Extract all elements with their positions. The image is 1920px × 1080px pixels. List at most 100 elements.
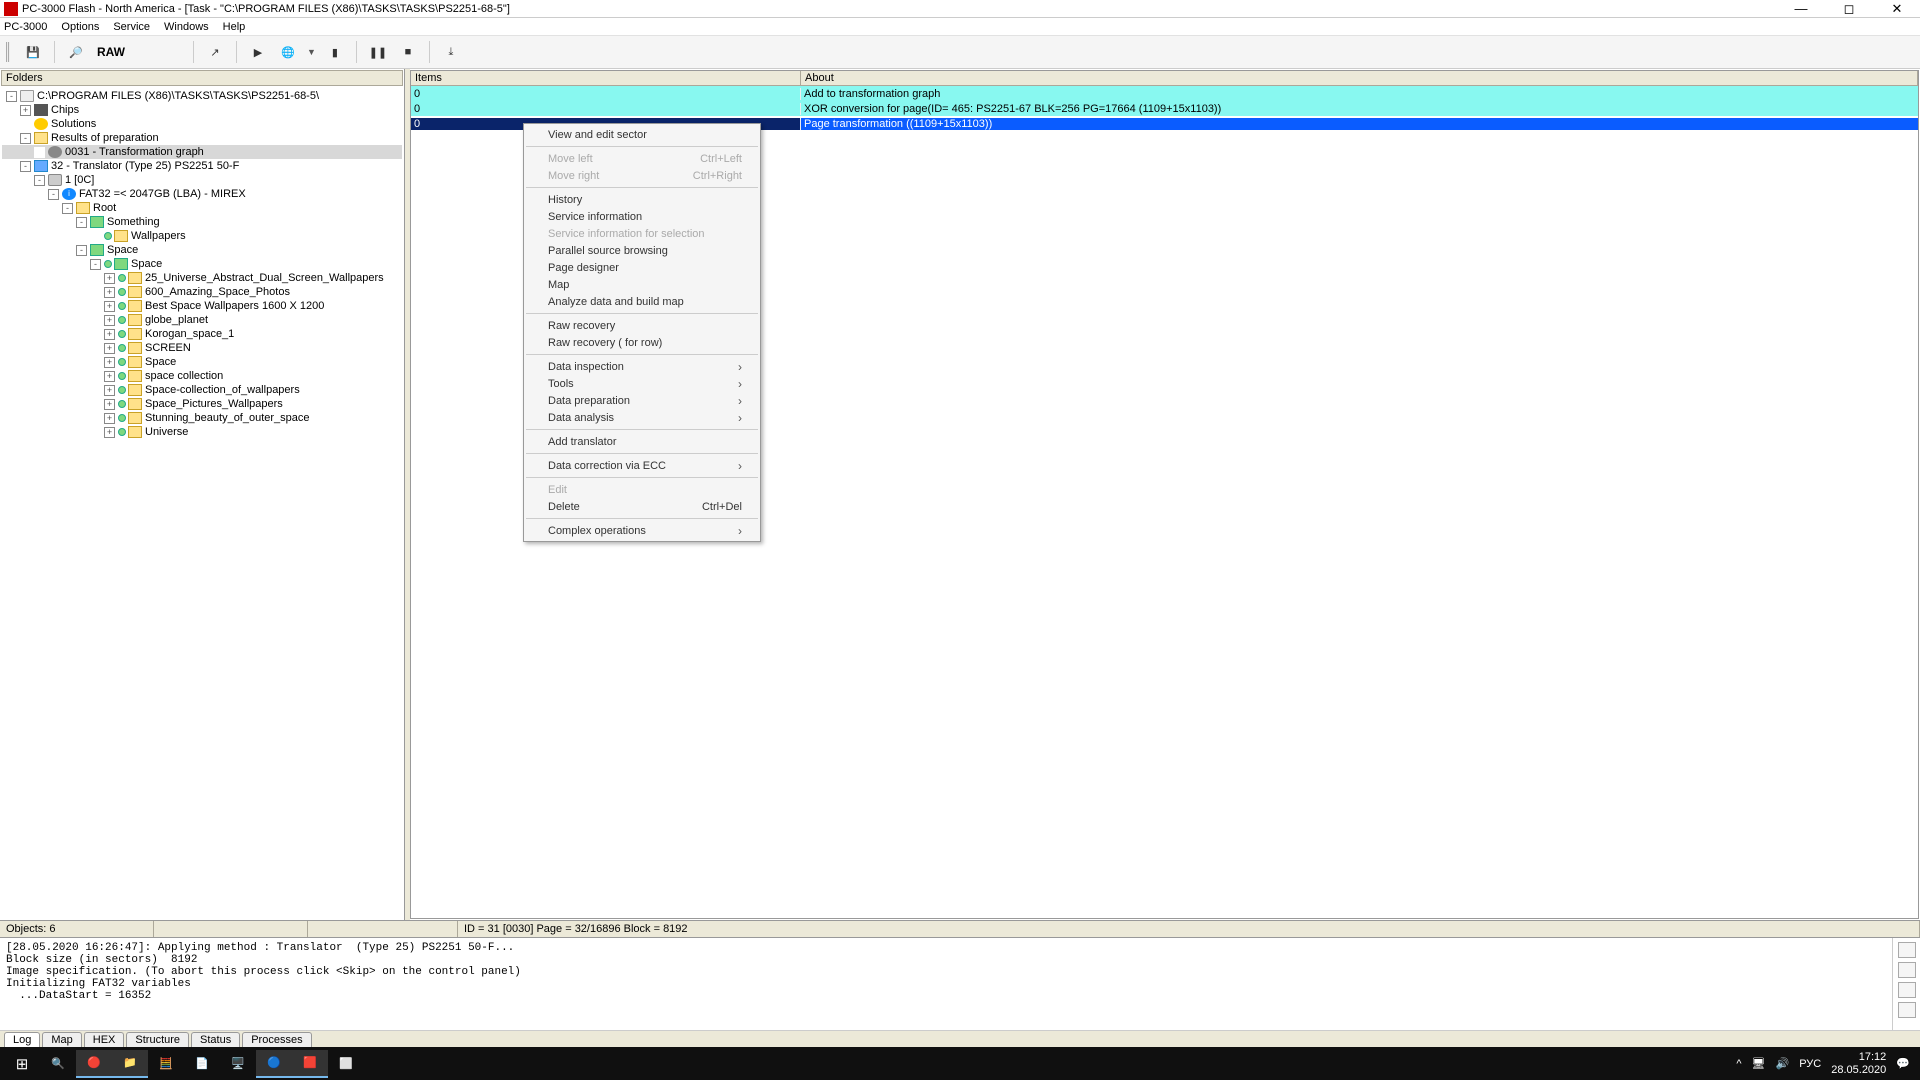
- tree-row[interactable]: +Chips: [2, 103, 402, 117]
- tree-row[interactable]: -iFAT32 =< 2047GB (LBA) - MIREX: [2, 187, 402, 201]
- collapse-icon[interactable]: -: [20, 161, 31, 172]
- menu-item[interactable]: Add translator: [524, 433, 760, 450]
- menu-windows[interactable]: Windows: [164, 21, 209, 33]
- menu-item[interactable]: Analyze data and build map: [524, 293, 760, 310]
- expand-icon[interactable]: +: [104, 371, 115, 382]
- log-btn-1[interactable]: [1898, 942, 1916, 958]
- taskbar-app-notepad[interactable]: 📄: [184, 1050, 220, 1078]
- menu-service[interactable]: Service: [113, 21, 150, 33]
- tree-row[interactable]: +globe_planet: [2, 313, 402, 327]
- tray-volume-icon[interactable]: 🔊: [1776, 1057, 1790, 1070]
- tray-monitor-icon[interactable]: 🖥: [1752, 1057, 1766, 1070]
- taskbar-app-pc3000[interactable]: 🟥: [292, 1050, 328, 1078]
- tree-row[interactable]: +Universe: [2, 425, 402, 439]
- expand-icon[interactable]: +: [104, 287, 115, 298]
- tree-row[interactable]: Solutions: [2, 117, 402, 131]
- tray-clock[interactable]: 17:12 28.05.2020: [1831, 1051, 1886, 1075]
- tray-chevron-icon[interactable]: ^: [1736, 1058, 1741, 1070]
- menu-item[interactable]: Data inspection: [524, 358, 760, 375]
- expand-icon[interactable]: +: [104, 357, 115, 368]
- taskbar-app-teamviewer[interactable]: 🔵: [256, 1050, 292, 1078]
- tab-map[interactable]: Map: [42, 1032, 81, 1047]
- tree-row[interactable]: -1 [0C]: [2, 173, 402, 187]
- log-btn-3[interactable]: [1898, 982, 1916, 998]
- tab-structure[interactable]: Structure: [126, 1032, 189, 1047]
- collapse-icon[interactable]: -: [62, 203, 73, 214]
- menu-item[interactable]: Data preparation: [524, 392, 760, 409]
- stop-icon[interactable]: ■: [397, 41, 419, 63]
- tree-row[interactable]: -32 - Translator (Type 25) PS2251 50-F: [2, 159, 402, 173]
- collapse-icon[interactable]: -: [90, 259, 101, 270]
- taskbar-app-calc[interactable]: 🧮: [148, 1050, 184, 1078]
- search-icon[interactable]: 🔍: [40, 1050, 76, 1078]
- menu-item[interactable]: View and edit sector: [524, 126, 760, 143]
- menu-item[interactable]: Complex operations: [524, 522, 760, 539]
- menu-pc-3000[interactable]: PC-3000: [4, 21, 47, 33]
- expand-icon[interactable]: +: [104, 399, 115, 410]
- tree-row[interactable]: -Root: [2, 201, 402, 215]
- pause-icon[interactable]: ❚❚: [367, 41, 389, 63]
- tray-lang[interactable]: РУС: [1799, 1058, 1821, 1070]
- tree-row[interactable]: 0031 - Transformation graph: [2, 145, 402, 159]
- collapse-icon[interactable]: -: [48, 189, 59, 200]
- tree-row[interactable]: -Space: [2, 243, 402, 257]
- menu-item[interactable]: History: [524, 191, 760, 208]
- tree-row[interactable]: -Something: [2, 215, 402, 229]
- collapse-icon[interactable]: -: [76, 245, 87, 256]
- expand-icon[interactable]: +: [104, 301, 115, 312]
- skip-icon[interactable]: ⤓: [440, 41, 462, 63]
- collapse-icon[interactable]: -: [76, 217, 87, 228]
- log-btn-2[interactable]: [1898, 962, 1916, 978]
- expand-icon[interactable]: +: [20, 105, 31, 116]
- tree-row[interactable]: +Best Space Wallpapers 1600 X 1200: [2, 299, 402, 313]
- save-icon[interactable]: 💾: [22, 41, 44, 63]
- menu-help[interactable]: Help: [223, 21, 246, 33]
- log-btn-4[interactable]: [1898, 1002, 1916, 1018]
- expand-icon[interactable]: +: [104, 273, 115, 284]
- tree-row[interactable]: -Space: [2, 257, 402, 271]
- tree-row[interactable]: +Space_Pictures_Wallpapers: [2, 397, 402, 411]
- tree-row[interactable]: +Space: [2, 355, 402, 369]
- collapse-icon[interactable]: -: [34, 175, 45, 186]
- tree-row[interactable]: +Korogan_space_1: [2, 327, 402, 341]
- menu-item[interactable]: Data correction via ECC: [524, 457, 760, 474]
- tree-row[interactable]: +600_Amazing_Space_Photos: [2, 285, 402, 299]
- expand-icon[interactable]: +: [104, 329, 115, 340]
- grid-row[interactable]: 0XOR conversion for page(ID= 465: PS2251…: [411, 101, 1918, 116]
- play-icon[interactable]: ▶: [247, 41, 269, 63]
- menu-item[interactable]: Tools: [524, 375, 760, 392]
- chip-icon[interactable]: ▮: [324, 41, 346, 63]
- folder-tree[interactable]: -C:\PROGRAM FILES (X86)\TASKS\TASKS\PS22…: [0, 87, 404, 920]
- menu-item[interactable]: Raw recovery ( for row): [524, 334, 760, 351]
- col-header-about[interactable]: About: [801, 71, 1918, 85]
- menu-options[interactable]: Options: [61, 21, 99, 33]
- minimize-button[interactable]: —: [1786, 1, 1816, 17]
- tab-log[interactable]: Log: [4, 1032, 40, 1047]
- tab-processes[interactable]: Processes: [242, 1032, 311, 1047]
- menu-item[interactable]: Map: [524, 276, 760, 293]
- menu-item[interactable]: Service information: [524, 208, 760, 225]
- close-button[interactable]: ✕: [1882, 1, 1912, 17]
- menu-item[interactable]: Raw recovery: [524, 317, 760, 334]
- expand-icon[interactable]: +: [104, 385, 115, 396]
- menu-item[interactable]: Data analysis: [524, 409, 760, 426]
- expand-icon[interactable]: +: [104, 427, 115, 438]
- tree-row[interactable]: +space collection: [2, 369, 402, 383]
- maximize-button[interactable]: ◻: [1834, 1, 1864, 17]
- tab-hex[interactable]: HEX: [84, 1032, 125, 1047]
- tab-status[interactable]: Status: [191, 1032, 240, 1047]
- binoculars-icon[interactable]: 🔎: [65, 41, 87, 63]
- tree-row[interactable]: +Stunning_beauty_of_outer_space: [2, 411, 402, 425]
- taskbar-app-opera[interactable]: 🔴: [76, 1050, 112, 1078]
- col-header-items[interactable]: Items: [411, 71, 801, 85]
- expand-icon[interactable]: +: [104, 315, 115, 326]
- collapse-icon[interactable]: -: [20, 133, 31, 144]
- tree-row[interactable]: +SCREEN: [2, 341, 402, 355]
- dropdown-arrow-icon[interactable]: ▼: [307, 47, 316, 57]
- tree-row[interactable]: +Space-collection_of_wallpapers: [2, 383, 402, 397]
- grid-row[interactable]: 0Add to transformation graph: [411, 86, 1918, 101]
- tray-notifications-icon[interactable]: 💬: [1896, 1057, 1910, 1070]
- menu-item[interactable]: Parallel source browsing: [524, 242, 760, 259]
- tree-row[interactable]: -Results of preparation: [2, 131, 402, 145]
- menu-item[interactable]: Page designer: [524, 259, 760, 276]
